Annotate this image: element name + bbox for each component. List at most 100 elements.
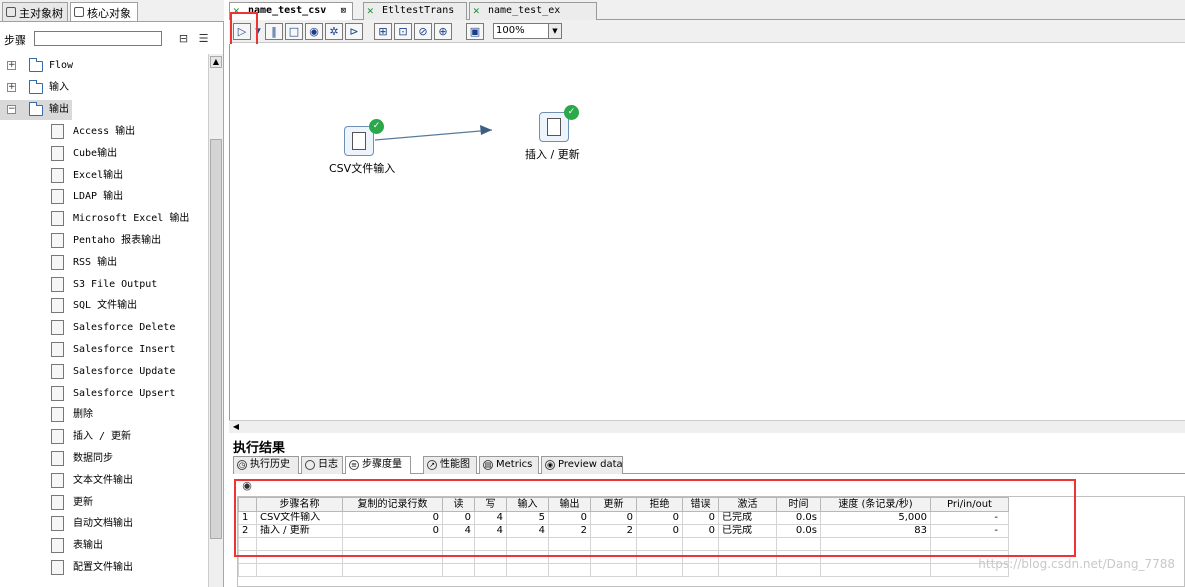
explore-db-button[interactable]: ⊕ — [434, 23, 452, 40]
results-title: 执行结果 — [233, 441, 286, 456]
tree-step-item[interactable]: Microsoft Excel 输出 — [36, 209, 206, 229]
list-icon: ≡ — [349, 460, 359, 470]
clock-icon: ◷ — [237, 460, 247, 470]
step-item-label: Excel输出 — [73, 169, 124, 181]
close-icon[interactable]: ⊠ — [341, 3, 346, 19]
step-item-label: S3 File Output — [73, 278, 158, 290]
tab-performance-graph[interactable]: ↗ 性能图 — [423, 456, 477, 474]
tab-etltesttrans[interactable]: ✕ EtltestTrans — [363, 2, 467, 20]
folder-icon — [29, 80, 43, 94]
step-type-icon — [51, 298, 64, 314]
results-highlight-box — [234, 479, 1076, 557]
tree-step-item[interactable]: 文本文件输出 — [36, 471, 206, 491]
step-item-label: 更新 — [73, 496, 93, 508]
tree-step-item[interactable]: Salesforce Update — [36, 362, 206, 382]
tree-step-item[interactable]: Salesforce Delete — [36, 318, 206, 338]
sql-button[interactable]: ⊘ — [414, 23, 432, 40]
folder-icon — [29, 102, 43, 116]
canvas-scrollbar[interactable]: ◀ — [229, 420, 1185, 433]
tree-folder[interactable]: + Flow — [0, 56, 74, 76]
collapse-icon[interactable]: − — [7, 105, 16, 114]
collapse-all-icon[interactable]: ⊟ — [177, 32, 190, 45]
tab-label: 日志 — [318, 459, 338, 470]
tab-main-object-tree[interactable]: 主对象树 — [2, 2, 68, 21]
log-icon — [305, 460, 315, 470]
tree-step-item[interactable]: 配置文件输出 — [36, 558, 206, 578]
hop-line[interactable] — [374, 129, 493, 141]
tree-step-item[interactable]: 表输出 — [36, 536, 206, 556]
expand-icon[interactable]: + — [7, 61, 16, 70]
tree-step-item[interactable]: Cube输出 — [36, 144, 206, 164]
step-insert-update[interactable]: ✓ — [539, 105, 579, 142]
table-cell — [682, 563, 719, 577]
tree-folder[interactable]: − 输出 — [0, 100, 72, 120]
show-results-button[interactable]: ▣ — [466, 23, 484, 40]
check-icon: ✓ — [564, 105, 579, 120]
scroll-thumb[interactable] — [210, 139, 222, 539]
tab-name-test-ex[interactable]: ✕ name_test_ex — [469, 2, 597, 20]
scroll-up-icon[interactable]: ▲ — [210, 56, 222, 68]
tab-log[interactable]: 日志 — [301, 456, 343, 474]
tree-step-item[interactable]: Pentaho 报表输出 — [36, 231, 206, 251]
tree-step-item[interactable]: Access 输出 — [36, 122, 206, 142]
tab-step-metrics[interactable]: ≡ 步骤度量 — [345, 456, 411, 474]
tab-execution-history[interactable]: ◷ 执行历史 — [233, 456, 299, 474]
tree-step-item[interactable]: 更新 — [36, 493, 206, 513]
step-type-icon — [51, 516, 64, 532]
chevron-down-icon[interactable]: ▼ — [548, 24, 561, 38]
editor-tab-bar: ✕ name_test_csv ⊠ ✕ EtltestTrans ✕ name_… — [229, 0, 1185, 21]
tree-step-item[interactable]: RSS 输出 — [36, 253, 206, 273]
pause-button[interactable]: ‖ — [265, 23, 283, 40]
step-type-icon — [51, 124, 64, 139]
table-row-empty — [238, 563, 1009, 577]
replay-button[interactable]: ⊳ — [345, 23, 363, 40]
folder-label: Flow — [49, 60, 74, 71]
tree-step-item[interactable]: LDAP 输出 — [36, 187, 206, 207]
tree-step-item[interactable]: 删除 — [36, 405, 206, 425]
tree-step-item[interactable]: 插入 / 更新 — [36, 427, 206, 447]
tree-step-item[interactable]: Excel输出 — [36, 166, 206, 186]
step-item-label: 表输出 — [73, 540, 103, 552]
stop-button[interactable]: □ — [285, 23, 303, 40]
table-cell — [548, 563, 591, 577]
verify-button[interactable]: ⊞ — [374, 23, 392, 40]
step-type-icon — [51, 429, 64, 445]
step-csv-input[interactable]: ✓ — [344, 119, 384, 156]
step-type-icon — [51, 320, 64, 336]
tree-step-item[interactable]: S3 File Output — [36, 275, 206, 295]
tree-step-item[interactable]: SQL 文件输出 — [36, 296, 206, 316]
step-type-icon — [51, 167, 64, 183]
tree-step-item[interactable]: Salesforce Insert — [36, 340, 206, 360]
left-scrollbar[interactable]: ▲ — [208, 54, 223, 587]
tree-step-item[interactable]: 数据同步 — [36, 449, 206, 469]
table-cell — [256, 563, 343, 577]
folder-label: 输出 — [49, 104, 69, 115]
table-cell — [474, 563, 507, 577]
scroll-left-icon[interactable]: ◀ — [231, 422, 241, 432]
step-item-label: 数据同步 — [73, 453, 113, 464]
tab-label: Metrics — [496, 459, 533, 470]
step-item-label: Microsoft Excel 输出 — [73, 213, 190, 225]
zoom-select[interactable]: 100% ▼ — [493, 23, 562, 39]
preview-button[interactable]: ◉ — [305, 23, 323, 40]
left-tab-bar: 主对象树 核心对象 — [0, 0, 224, 22]
debug-button[interactable]: ✲ — [325, 23, 343, 40]
impact-button[interactable]: ⊡ — [394, 23, 412, 40]
tab-label: 主对象树 — [19, 7, 63, 20]
tab-preview-data[interactable]: ◉ Preview data — [541, 456, 623, 474]
list-view-icon[interactable]: ☰ — [197, 32, 210, 45]
transformation-icon: ✕ — [473, 4, 480, 17]
transformation-canvas[interactable]: ✓ CSV文件输入 ✓ 插入 / 更新 — [229, 44, 1185, 420]
steps-search-input[interactable] — [34, 31, 162, 46]
step-item-label: Cube输出 — [73, 147, 118, 159]
tab-core-objects[interactable]: 核心对象 — [70, 2, 138, 21]
tab-metrics[interactable]: ▤ Metrics — [479, 456, 539, 474]
tree-folder[interactable]: + 输入 — [0, 78, 72, 98]
tree-step-item[interactable]: Salesforce Upsert — [36, 384, 206, 404]
step-item-label: SQL 文件输出 — [73, 300, 138, 312]
tab-label: 核心对象 — [87, 7, 131, 20]
expand-icon[interactable]: + — [7, 83, 16, 92]
table-cell — [506, 563, 549, 577]
step-item-label: Pentaho 报表输出 — [73, 235, 162, 246]
tree-step-item[interactable]: 自动文档输出 — [36, 514, 206, 534]
